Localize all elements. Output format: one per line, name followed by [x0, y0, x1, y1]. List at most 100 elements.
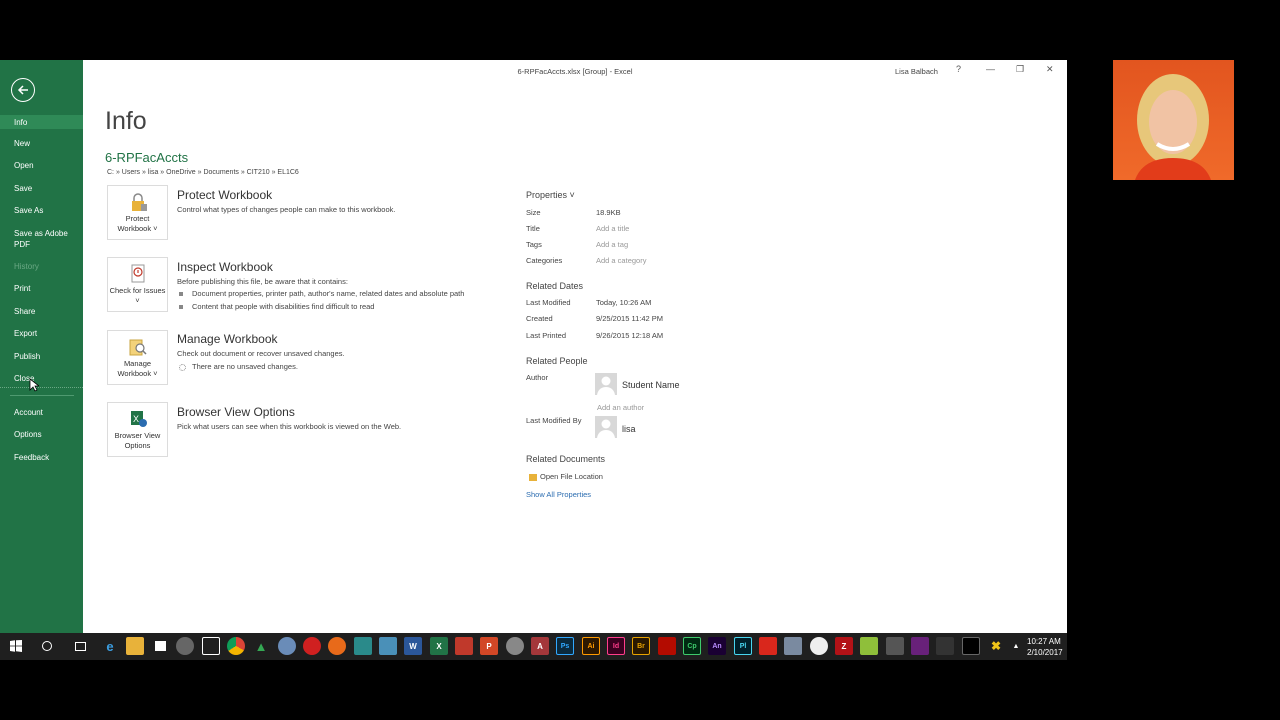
acrobat-reader-icon[interactable] — [759, 637, 777, 655]
filezilla-icon[interactable]: Z — [835, 637, 853, 655]
animate-icon[interactable]: An — [708, 637, 726, 655]
nav-open[interactable]: Open — [0, 160, 83, 171]
related-documents-heading: Related Documents — [526, 454, 606, 464]
title-label: Title — [526, 224, 540, 233]
nav-save-as-pdf[interactable]: Save as Adobe PDF — [0, 228, 70, 250]
manage-workbook-icon — [129, 339, 147, 356]
nav-feedback[interactable]: Feedback — [0, 452, 83, 463]
nav-publish[interactable]: Publish — [0, 351, 83, 362]
manage-workbook-desc: Check out document or recover unsaved ch… — [177, 349, 345, 358]
media-icon[interactable] — [176, 637, 194, 655]
manage-workbook-button[interactable]: Manage Workbook ˅ — [107, 330, 168, 385]
store-icon[interactable] — [151, 637, 169, 655]
check-for-issues-button[interactable]: Check for Issues ˅ — [107, 257, 168, 312]
tray-chevron-icon[interactable]: ▲ — [1011, 637, 1021, 655]
inspect-workbook-desc: Before publishing this file, be aware th… — [177, 277, 348, 286]
excel-web-icon: X — [130, 411, 147, 427]
illustrator-icon[interactable]: Ai — [582, 637, 600, 655]
tags-label: Tags — [526, 240, 542, 249]
related-dates-heading: Related Dates — [526, 281, 584, 291]
unsaved-changes-text: There are no unsaved changes. — [192, 362, 298, 371]
clock-time: 10:27 AM — [1027, 637, 1061, 646]
nav-info[interactable]: Info — [0, 115, 83, 129]
show-all-properties-link[interactable]: Show All Properties — [526, 490, 591, 499]
app-icon[interactable] — [936, 637, 954, 655]
cmd-icon[interactable] — [962, 637, 980, 655]
nav-close[interactable]: Close — [0, 370, 83, 388]
acrobat-icon[interactable] — [658, 637, 676, 655]
created-label: Created — [526, 314, 553, 323]
last-printed-value: 9/26/2015 12:18 AM — [596, 331, 664, 340]
windows-start-icon[interactable] — [7, 637, 25, 655]
nav-save-as[interactable]: Save As — [0, 205, 83, 216]
person-icon — [597, 419, 615, 438]
file-explorer-icon[interactable] — [126, 637, 144, 655]
powerpoint-icon[interactable]: P — [480, 637, 498, 655]
google-drive-icon[interactable]: ▲ — [252, 637, 270, 655]
folder-icon — [529, 473, 537, 481]
title-field[interactable]: Add a title — [596, 224, 629, 233]
calculator-icon[interactable] — [202, 637, 220, 655]
manage-workbook-heading: Manage Workbook — [177, 332, 278, 346]
nav-account[interactable]: Account — [0, 407, 83, 418]
author-name[interactable]: Student Name — [622, 380, 680, 390]
cortana-icon[interactable] — [38, 637, 56, 655]
tags-field[interactable]: Add a tag — [596, 240, 628, 249]
nav-options[interactable]: Options — [0, 429, 83, 440]
protect-workbook-heading: Protect Workbook — [177, 188, 273, 202]
app-icon[interactable] — [886, 637, 904, 655]
back-button[interactable] — [11, 78, 35, 102]
app-icon[interactable] — [379, 637, 397, 655]
clock-date: 2/10/2017 — [1027, 648, 1063, 657]
system-clock[interactable]: 10:27 AM 2/10/2017 — [1027, 636, 1063, 658]
screen: Info New Open Save Save As Save as Adobe… — [0, 0, 1280, 720]
open-file-location-label: Open File Location — [540, 472, 603, 481]
add-author-field[interactable]: Add an author — [597, 403, 644, 412]
bridge-icon[interactable]: Br — [632, 637, 650, 655]
page-title: Info — [105, 107, 147, 135]
opera-icon[interactable] — [303, 637, 321, 655]
captivate-icon[interactable]: Cp — [683, 637, 701, 655]
notepad-icon[interactable] — [860, 637, 878, 655]
inspect-bullet: Content that people with disabilities fi… — [179, 302, 374, 311]
properties-dropdown[interactable]: Properties ˅ — [526, 190, 575, 200]
access-icon[interactable]: A — [531, 637, 549, 655]
firefox-icon[interactable] — [328, 637, 346, 655]
excel-icon[interactable]: X — [430, 637, 448, 655]
categories-field[interactable]: Add a category — [596, 256, 646, 265]
globe-icon[interactable] — [278, 637, 296, 655]
open-file-location-link[interactable]: Open File Location — [526, 472, 603, 481]
app-icon[interactable] — [784, 637, 802, 655]
categories-label: Categories — [526, 256, 563, 265]
tools-icon[interactable]: ✖ — [987, 637, 1005, 655]
picasa-icon[interactable] — [810, 637, 828, 655]
edge-icon[interactable]: e — [101, 637, 119, 655]
nav-print[interactable]: Print — [0, 283, 83, 294]
size-label: Size — [526, 208, 541, 217]
protect-workbook-button[interactable]: Protect Workbook ˅ — [107, 185, 168, 240]
nav-new[interactable]: New — [0, 138, 83, 149]
nav-save[interactable]: Save — [0, 183, 83, 194]
visual-studio-icon[interactable] — [911, 637, 929, 655]
modified-by-name[interactable]: lisa — [622, 424, 636, 434]
file-name[interactable]: 6-RPFacAccts — [105, 150, 188, 165]
chrome-icon[interactable] — [227, 637, 245, 655]
author-avatar[interactable] — [595, 373, 617, 395]
last-modified-by-label: Last Modified By — [526, 416, 582, 425]
paint-icon[interactable] — [455, 637, 473, 655]
photos-icon[interactable] — [354, 637, 372, 655]
indesign-icon[interactable]: Id — [607, 637, 625, 655]
app-icon[interactable] — [506, 637, 524, 655]
person-icon — [597, 376, 615, 395]
photoshop-icon[interactable]: Ps — [556, 637, 574, 655]
manage-workbook-label: Manage Workbook ˅ — [117, 359, 158, 378]
nav-history: History — [14, 262, 39, 271]
nav-share[interactable]: Share — [0, 306, 83, 317]
word-icon[interactable]: W — [404, 637, 422, 655]
prelude-icon[interactable]: Pl — [734, 637, 752, 655]
nav-export[interactable]: Export — [0, 328, 83, 339]
last-printed-label: Last Printed — [526, 331, 567, 340]
task-view-icon[interactable] — [71, 637, 89, 655]
modified-by-avatar[interactable] — [595, 416, 617, 438]
browser-view-options-button[interactable]: X Browser View Options — [107, 402, 168, 457]
